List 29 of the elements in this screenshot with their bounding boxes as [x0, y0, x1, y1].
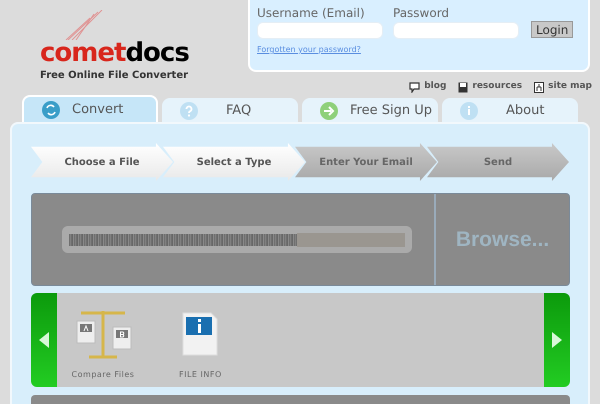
logo: cometdocs	[40, 40, 190, 66]
password-field[interactable]	[393, 22, 519, 39]
scroll-right-button[interactable]	[544, 293, 570, 387]
file-path-field[interactable]	[62, 226, 412, 253]
speech-bubble-icon	[409, 82, 420, 92]
tab[interactable]: About	[442, 98, 578, 123]
forgot-password-link[interactable]: Forgotten your password?	[257, 44, 361, 56]
tool-label[interactable]: Compare Files	[72, 369, 134, 381]
logo-tagline: Free Online File Converter	[40, 69, 188, 83]
tool-label[interactable]: FILE INFO	[179, 369, 222, 381]
file-info-icon	[182, 312, 218, 356]
sitemap-icon	[534, 82, 544, 92]
password-label: Password	[393, 5, 450, 22]
tab[interactable]: Convert	[22, 95, 158, 123]
login-button[interactable]: Login	[531, 21, 574, 38]
blog-link[interactable]: blog	[424, 80, 446, 94]
question-mark-icon	[180, 102, 198, 120]
scroll-left-button[interactable]	[31, 293, 57, 387]
sitemap-link[interactable]: site map	[548, 80, 592, 94]
tab[interactable]: FAQ	[162, 98, 298, 123]
info-icon	[460, 102, 478, 120]
comet-tail-icon	[64, 10, 104, 40]
resources-link[interactable]: resources	[472, 80, 522, 94]
username-field[interactable]	[257, 22, 383, 39]
username-label: Username (Email)	[257, 5, 365, 22]
tab[interactable]: Free Sign Up	[302, 98, 438, 123]
cycle-icon	[42, 101, 60, 119]
left-arrow-icon	[39, 332, 49, 348]
right-arrow-icon	[552, 332, 562, 348]
